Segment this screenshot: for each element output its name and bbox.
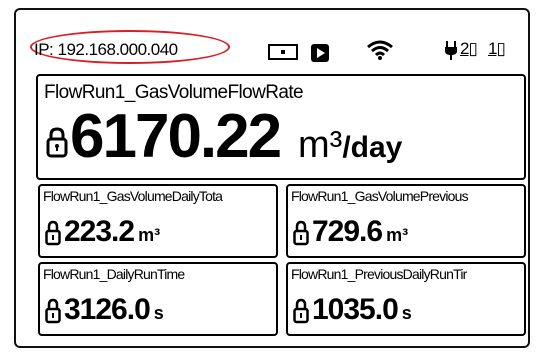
lock-icon (46, 127, 68, 158)
main-panel-title: FlowRun1_GasVolumeFlowRate (44, 82, 304, 103)
lock-icon (293, 298, 309, 324)
cell-daily-total[interactable]: FlowRun1_GasVolumeDailyTota 223.2 m³ (38, 184, 278, 258)
cell-value: 729.6 m³ (312, 215, 409, 248)
cell-value: 223.2 m³ (64, 215, 161, 248)
sd-card-icon (311, 44, 329, 62)
cell-title: FlowRun1_GasVolumeDailyTota (43, 188, 223, 204)
cell-daily-run-time[interactable]: FlowRun1_DailyRunTime 3126.0 s (38, 262, 278, 336)
cell-title: FlowRun1_GasVolumePrevious (291, 188, 469, 204)
card-icon (268, 44, 298, 60)
cell-value: 3126.0 s (64, 293, 164, 326)
lock-icon (293, 220, 309, 246)
cell-title: FlowRun1_PreviousDailyRunTir (291, 266, 467, 282)
cell-value: 1035.0 s (312, 293, 412, 326)
port-1-indicator: 1▯ (488, 39, 506, 58)
main-unit: m³/day (298, 124, 403, 166)
port-2-indicator: 2▯ (460, 39, 478, 58)
ip-address: IP: 192.168.000.040 (34, 40, 178, 59)
cell-previous-volume[interactable]: FlowRun1_GasVolumePrevious 729.6 m³ (286, 184, 526, 258)
plug-icon (445, 41, 457, 60)
wifi-icon (367, 40, 393, 60)
cell-title: FlowRun1_DailyRunTime (43, 266, 185, 282)
lock-icon (45, 220, 61, 246)
status-bar: IP: 192.168.000.040 2▯ 1▯ (30, 30, 530, 72)
main-flow-rate-panel[interactable]: FlowRun1_GasVolumeFlowRate 6170.22 m³/da… (36, 74, 526, 180)
cell-previous-run-time[interactable]: FlowRun1_PreviousDailyRunTir 1035.0 s (286, 262, 526, 336)
main-value: 6170.22 (70, 102, 282, 171)
lock-icon (45, 298, 61, 324)
